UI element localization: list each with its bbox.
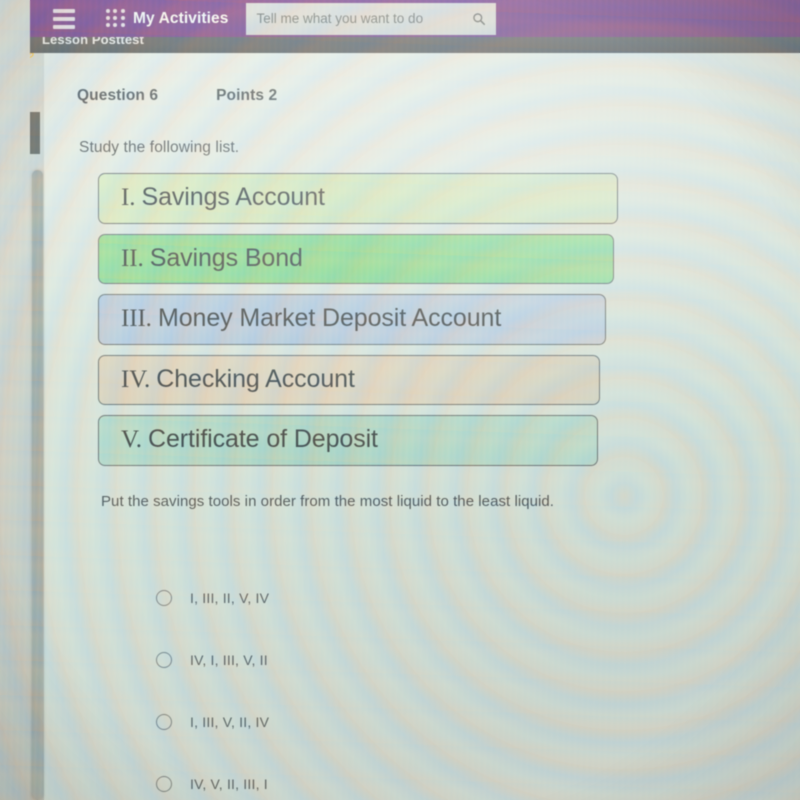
list-item-numeral: I. xyxy=(121,184,142,211)
list-item-label: Certificate of Deposit xyxy=(148,425,378,453)
app-title: My Activities xyxy=(133,9,229,27)
breadcrumb: Lesson Posttest xyxy=(42,37,144,47)
stacked-lines-icon[interactable] xyxy=(53,8,75,29)
list-item: III. Money Market Deposit Account xyxy=(98,294,606,345)
radio-button-icon[interactable] xyxy=(156,652,172,668)
list-item-label: Checking Account xyxy=(156,364,355,393)
savings-tools-list: I. Savings Account II. Savings Bond III.… xyxy=(98,173,678,476)
answer-option-label: IV, I, III, V, II xyxy=(190,652,268,668)
list-item-numeral: V. xyxy=(121,426,149,453)
question-points: Points 2 xyxy=(216,87,278,104)
answer-option[interactable]: I, III, V, II, IV xyxy=(156,691,656,753)
answer-option[interactable]: I, III, II, V, IV xyxy=(156,567,656,629)
answer-option-label: I, III, II, V, IV xyxy=(190,590,270,606)
list-item-numeral: IV. xyxy=(121,365,157,393)
answer-option-label: I, III, V, II, IV xyxy=(190,714,270,730)
list-item-label: Money Market Deposit Account xyxy=(157,304,502,332)
answer-options: I, III, II, V, IV IV, I, III, V, II I, I… xyxy=(156,567,656,800)
radio-button-icon[interactable] xyxy=(156,590,172,606)
list-item: II. Savings Bond xyxy=(98,233,614,284)
search-icon xyxy=(473,12,486,25)
list-item-label: Savings Account xyxy=(141,183,325,211)
quiz-content: Question 6 Points 2 Study the following … xyxy=(44,53,800,800)
question-header: Question 6 Points 2 xyxy=(77,87,277,105)
breadcrumb-bar: Lesson Posttest xyxy=(30,37,800,53)
answer-option-label: IV, V, II, III, I xyxy=(190,776,268,792)
question-intro: Study the following list. xyxy=(79,139,240,156)
app-header-bar: My Activities Tell me what you want to d… xyxy=(30,0,800,37)
radio-button-icon[interactable] xyxy=(156,714,172,730)
answer-option[interactable]: IV, V, II, III, I xyxy=(156,753,656,800)
list-item-label: Savings Bond xyxy=(149,243,303,272)
search-placeholder: Tell me what you want to do xyxy=(256,11,424,26)
list-item-numeral: II. xyxy=(121,244,150,272)
list-item: I. Savings Account xyxy=(98,173,618,224)
global-search-input[interactable]: Tell me what you want to do xyxy=(246,2,497,35)
list-item: IV. Checking Account xyxy=(98,354,600,405)
list-item: V. Certificate of Deposit xyxy=(98,415,598,466)
screen-photo: % 🏆 ng t e cs and l d ions ds of e and e… xyxy=(0,0,800,800)
window-edge-strip xyxy=(0,0,30,800)
question-number: Question 6 xyxy=(77,87,159,104)
radio-button-icon[interactable] xyxy=(156,776,172,792)
answer-option[interactable]: IV, I, III, V, II xyxy=(156,629,656,691)
list-item-numeral: III. xyxy=(121,305,158,332)
vertical-scrollbar[interactable] xyxy=(32,170,43,800)
question-prompt: Put the savings tools in order from the … xyxy=(101,493,554,510)
app-grid-icon[interactable] xyxy=(106,8,126,29)
